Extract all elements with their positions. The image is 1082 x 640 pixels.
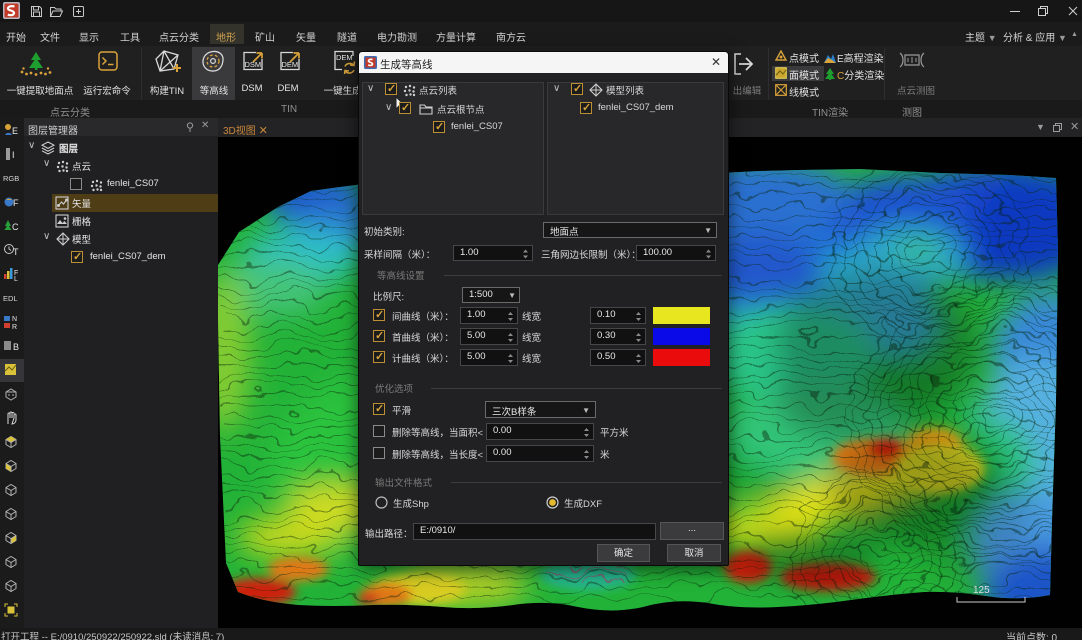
svg-text:B: B: [13, 342, 19, 352]
svg-text:T: T: [13, 247, 19, 257]
svg-text:EDL: EDL: [3, 294, 18, 303]
svg-text:R: R: [12, 324, 17, 330]
svg-text:DEM: DEM: [282, 60, 299, 69]
svg-text:I: I: [12, 150, 15, 160]
svg-text:C: C: [12, 222, 19, 232]
svg-text:F: F: [13, 198, 19, 208]
svg-text:E: E: [12, 126, 18, 136]
svg-text:N: N: [12, 316, 17, 323]
svg-text:L: L: [14, 276, 18, 282]
svg-text:DEM: DEM: [336, 53, 353, 62]
svg-text:DSM: DSM: [245, 60, 262, 69]
svg-text:RGB: RGB: [3, 174, 19, 183]
